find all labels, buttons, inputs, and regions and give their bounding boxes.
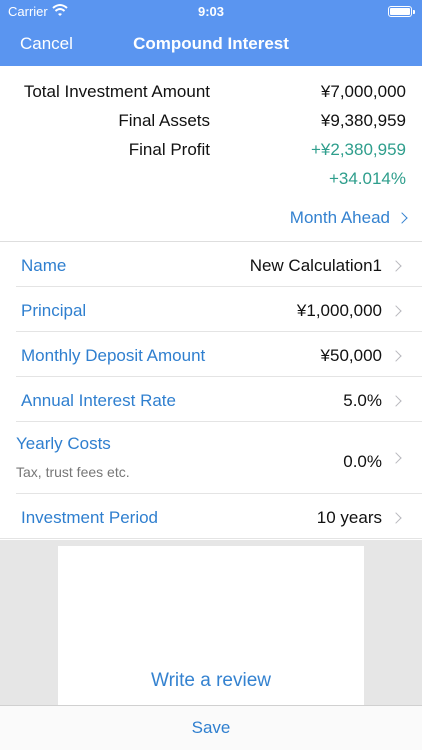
status-bar: Carrier 9:03 <box>0 0 422 22</box>
annual-interest-rate-value: 5.0% <box>343 391 382 410</box>
chevron-right-icon <box>390 260 402 272</box>
chevron-right-icon <box>390 305 402 317</box>
save-button[interactable]: Save <box>0 718 422 738</box>
final-profit-label: Final Profit <box>128 140 210 159</box>
summary-panel: Total Investment Amount ¥7,000,000 Final… <box>0 66 422 240</box>
total-investment-label: Total Investment Amount <box>23 82 210 101</box>
ad-area: Write a review <box>0 540 422 705</box>
total-investment-row: Total Investment Amount ¥7,000,000 <box>0 82 422 108</box>
principal-row[interactable]: Principal ¥1,000,000 <box>0 287 422 332</box>
review-card: Write a review <box>58 546 364 705</box>
navigation-bar: Carrier 9:03 Cancel Compound Interest <box>0 0 422 66</box>
chevron-right-icon <box>390 512 402 524</box>
annual-interest-rate-row[interactable]: Annual Interest Rate 5.0% <box>0 377 422 422</box>
final-assets-value: ¥9,380,959 <box>320 111 406 130</box>
principal-label: Principal <box>21 301 87 320</box>
chevron-right-icon <box>390 350 402 362</box>
yearly-costs-row[interactable]: Yearly Costs Tax, trust fees etc. 0.0% <box>0 422 422 494</box>
name-label: Name <box>21 256 67 275</box>
settings-list: Name New Calculation1 Principal ¥1,000,0… <box>0 241 422 539</box>
bottom-toolbar: Save <box>0 705 422 750</box>
investment-period-value: 10 years <box>316 508 382 527</box>
final-assets-row: Final Assets ¥9,380,959 <box>0 111 422 137</box>
final-profit-value: +¥2,380,959 <box>310 140 406 159</box>
investment-period-label: Investment Period <box>21 508 159 527</box>
name-row[interactable]: Name New Calculation1 <box>0 242 422 287</box>
final-profit-percent: +34.014% <box>328 169 406 188</box>
principal-value: ¥1,000,000 <box>296 301 382 320</box>
month-ahead-label: Month Ahead <box>289 208 390 227</box>
battery-icon <box>388 6 415 17</box>
chevron-right-icon <box>396 212 408 224</box>
yearly-costs-value: 0.0% <box>343 452 382 471</box>
write-review-link[interactable]: Write a review <box>58 670 364 692</box>
final-profit-percent-row: +34.014% <box>0 169 422 195</box>
yearly-costs-label: Yearly Costs <box>16 434 111 453</box>
cancel-button[interactable]: Cancel <box>20 34 73 54</box>
yearly-costs-sublabel: Tax, trust fees etc. <box>16 464 130 480</box>
chevron-right-icon <box>390 395 402 407</box>
monthly-deposit-value: ¥50,000 <box>320 346 382 365</box>
total-investment-value: ¥7,000,000 <box>320 82 406 101</box>
annual-interest-rate-label: Annual Interest Rate <box>21 391 176 410</box>
chevron-right-icon <box>390 452 402 464</box>
name-value: New Calculation1 <box>249 256 382 275</box>
month-ahead-button[interactable]: Month Ahead <box>289 208 408 228</box>
clock: 9:03 <box>197 4 225 19</box>
monthly-deposit-row[interactable]: Monthly Deposit Amount ¥50,000 <box>0 332 422 377</box>
final-assets-label: Final Assets <box>118 111 210 130</box>
final-profit-row: Final Profit +¥2,380,959 <box>0 140 422 166</box>
investment-period-row[interactable]: Investment Period 10 years <box>0 494 422 539</box>
monthly-deposit-label: Monthly Deposit Amount <box>21 346 206 365</box>
